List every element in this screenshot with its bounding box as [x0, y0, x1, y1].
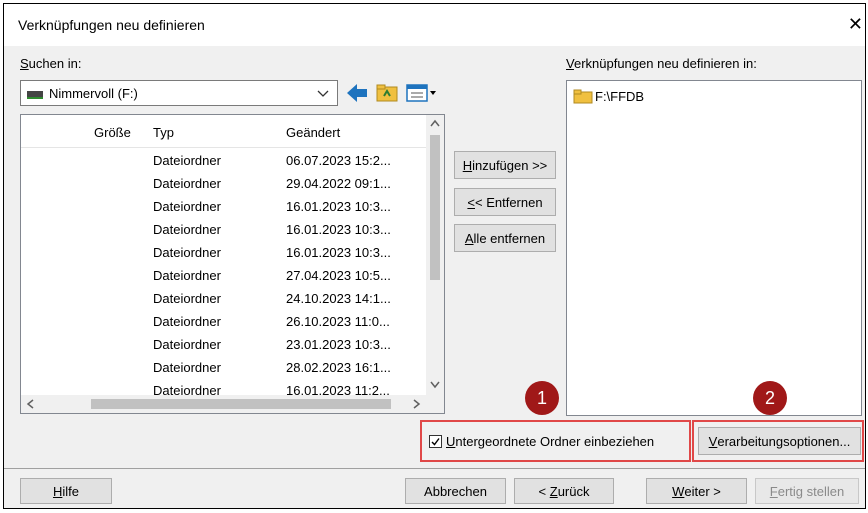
target-folder-list[interactable]: F:\FFDB — [566, 80, 862, 416]
cell-type: Dateiordner — [153, 199, 221, 214]
table-row[interactable]: Dateiordner 24.10.2023 14:1... — [21, 287, 426, 310]
window-title: Verknüpfungen neu definieren — [18, 17, 205, 33]
cell-modified: 06.07.2023 15:2... — [286, 153, 391, 168]
table-row[interactable]: Dateiordner 16.01.2023 10:3... — [21, 195, 426, 218]
finish-button[interactable]: Fertig stellen — [755, 478, 859, 504]
table-row[interactable]: Dateiordner 26.10.2023 11:0... — [21, 310, 426, 333]
chevron-down-icon — [317, 90, 329, 97]
cell-type: Dateiordner — [153, 153, 221, 168]
cell-type: Dateiordner — [153, 222, 221, 237]
vertical-scroll-thumb[interactable] — [430, 135, 440, 280]
processing-options-button[interactable]: Verarbeitungsoptionen... — [698, 427, 861, 455]
cell-modified: 26.10.2023 11:0... — [286, 314, 390, 329]
table-row[interactable]: Dateiordner 16.01.2023 11:2... — [21, 379, 426, 395]
add-button[interactable]: Hinzufügen >> — [454, 151, 556, 179]
folder-up-icon[interactable] — [374, 80, 400, 106]
cell-type: Dateiordner — [153, 383, 221, 395]
header-divider — [21, 147, 426, 148]
column-type[interactable]: Typ — [153, 125, 174, 140]
back-arrow-icon[interactable] — [344, 80, 370, 106]
include-subfolders-checkbox[interactable]: Untergeordnete Ordner einbeziehen — [429, 431, 654, 451]
cell-type: Dateiordner — [153, 291, 221, 306]
cell-type: Dateiordner — [153, 245, 221, 260]
column-size[interactable]: Größe — [94, 125, 131, 140]
drive-combobox[interactable]: Nimmervoll (F:) — [20, 80, 338, 106]
cell-type: Dateiordner — [153, 337, 221, 352]
dialog-window: Verknüpfungen neu definieren ✕ Suchen in… — [3, 3, 866, 509]
back-button[interactable]: < Zurück — [514, 478, 614, 504]
cell-type: Dateiordner — [153, 314, 221, 329]
cell-modified: 16.01.2023 11:2... — [286, 383, 390, 395]
vertical-scrollbar[interactable] — [426, 115, 444, 395]
table-row[interactable]: Dateiordner 29.04.2022 09:1... — [21, 172, 426, 195]
help-button[interactable]: Hilfe — [20, 478, 112, 504]
table-row[interactable]: Dateiordner 23.01.2023 10:3... — [21, 333, 426, 356]
cell-type: Dateiordner — [153, 268, 221, 283]
view-menu-icon[interactable] — [404, 80, 440, 106]
cell-modified: 28.02.2023 16:1... — [286, 360, 391, 375]
cell-modified: 27.04.2023 10:5... — [286, 268, 391, 283]
folder-icon — [573, 89, 593, 104]
list-header: Größe Typ Geändert — [21, 121, 426, 147]
cell-type: Dateiordner — [153, 176, 221, 191]
file-list[interactable]: Größe Typ Geändert Dateiordner 06.07.2023… — [20, 114, 445, 414]
table-row[interactable]: Dateiordner 28.02.2023 16:1... — [21, 356, 426, 379]
target-folder-item[interactable]: F:\FFDB — [573, 87, 644, 105]
drive-name: Nimmervoll (F:) — [49, 86, 138, 101]
title-bar: Verknüpfungen neu definieren ✕ — [4, 4, 865, 46]
scroll-down-icon[interactable] — [430, 381, 440, 389]
annotation-badge-2: 2 — [753, 381, 787, 415]
cell-modified: 23.01.2023 10:3... — [286, 337, 391, 352]
drive-icon — [27, 91, 43, 99]
remove-all-button[interactable]: Alle entfernen — [454, 224, 556, 252]
cell-modified: 16.01.2023 10:3... — [286, 245, 391, 260]
scroll-up-icon[interactable] — [430, 119, 440, 127]
checkbox-box[interactable] — [429, 434, 442, 448]
cell-modified: 24.10.2023 14:1... — [286, 291, 391, 306]
scroll-left-icon[interactable] — [26, 399, 34, 409]
footer-divider — [4, 468, 865, 469]
column-modified[interactable]: Geändert — [286, 125, 340, 140]
horizontal-scrollbar[interactable] — [21, 395, 426, 413]
cell-type: Dateiordner — [153, 360, 221, 375]
table-row[interactable]: Dateiordner 16.01.2023 10:3... — [21, 218, 426, 241]
close-icon[interactable]: ✕ — [848, 14, 863, 35]
cell-modified: 29.04.2022 09:1... — [286, 176, 391, 191]
target-folder-path: F:\FFDB — [595, 88, 645, 104]
scroll-right-icon[interactable] — [413, 399, 421, 409]
search-in-label: Suchen in: — [20, 56, 82, 71]
table-row[interactable]: Dateiordner 27.04.2023 10:5... — [21, 264, 426, 287]
scroll-corner — [426, 395, 444, 413]
remove-button[interactable]: < < Entfernen — [454, 188, 556, 216]
cancel-button[interactable]: Abbrechen — [405, 478, 506, 504]
checkbox-label: Untergeordnete Ordner einbeziehen — [446, 433, 655, 449]
next-button[interactable]: Weiter > — [646, 478, 747, 504]
annotation-badge-1: 1 — [525, 381, 559, 415]
table-row[interactable]: Dateiordner 16.01.2023 10:3... — [21, 241, 426, 264]
cell-modified: 16.01.2023 10:3... — [286, 222, 391, 237]
checkmark-icon — [431, 437, 440, 446]
cell-modified: 16.01.2023 10:3... — [286, 199, 391, 214]
horizontal-scroll-thumb[interactable] — [91, 399, 391, 409]
table-row[interactable]: Dateiordner 06.07.2023 15:2... — [21, 149, 426, 172]
target-label: Verknüpfungen neu definieren in: — [566, 56, 757, 71]
